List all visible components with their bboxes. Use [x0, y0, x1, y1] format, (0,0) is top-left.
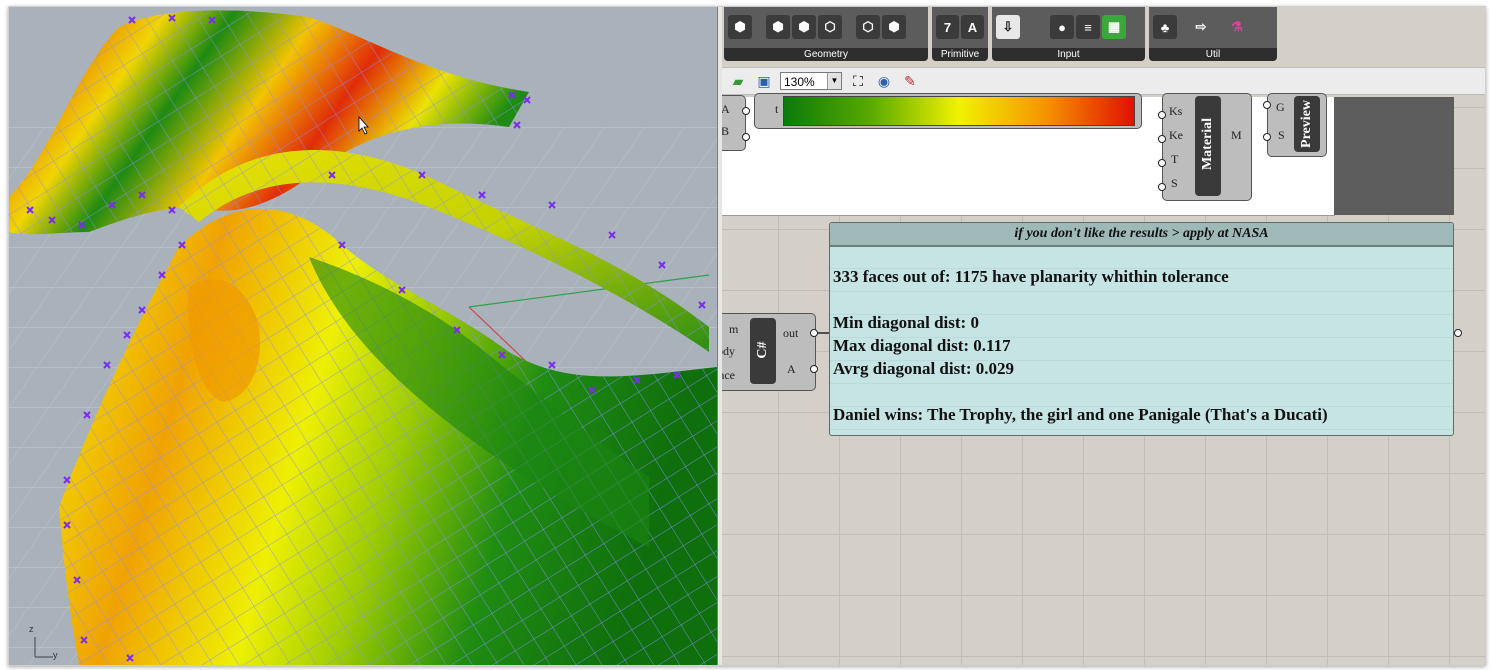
wires — [742, 101, 1462, 373]
axis-y-label: y — [53, 650, 58, 660]
viewport-scene — [9, 7, 717, 665]
tree-icon[interactable]: ♣ — [1153, 15, 1177, 39]
ribbon-group-geometry: ⬢ ⬢ ⬢ ⬡ ⬡ ⬢ Geometry — [724, 7, 928, 61]
flask-icon[interactable]: ⚗ — [1225, 15, 1249, 39]
hexagon-icon[interactable]: ⬢ — [728, 15, 752, 39]
import-icon[interactable]: ⇩ — [996, 15, 1020, 39]
hexagon-solid-icon[interactable]: ⬢ — [882, 15, 906, 39]
button-icon[interactable]: ● — [1050, 15, 1074, 39]
ribbon-group-input: ⇩ ● ≡ ▦ Input — [992, 7, 1145, 61]
zoom-select[interactable]: 130% ▼ — [780, 72, 842, 90]
ribbon-group-primitive: 7 A Primitive — [932, 7, 988, 61]
rhino-viewport[interactable]: z y — [9, 7, 717, 665]
save-file-icon[interactable]: ▣ — [754, 71, 774, 91]
seven-icon[interactable]: 7 — [936, 15, 959, 39]
arrow-icon[interactable]: ⇨ — [1189, 15, 1213, 39]
list-icon[interactable]: ≡ — [1076, 15, 1100, 39]
ribbon-group-label[interactable]: Geometry — [724, 48, 928, 61]
chevron-down-icon[interactable]: ▼ — [827, 73, 841, 89]
gh-canvas[interactable]: A B t Ks Ke T S Material M — [722, 93, 1485, 665]
canvas-toolbar: ▰ ▣ 130% ▼ ⛶ ◉ ✎ — [722, 67, 1485, 95]
axis-z-label: z — [29, 624, 34, 634]
open-file-icon[interactable]: ▰ — [728, 71, 748, 91]
letter-a-icon[interactable]: A — [961, 15, 984, 39]
hexagon-link-icon[interactable]: ⬢ — [792, 15, 816, 39]
checker-icon[interactable]: ▦ — [1102, 15, 1126, 39]
ribbon-group-label[interactable]: Util — [1149, 48, 1277, 61]
zoom-extents-icon[interactable]: ⛶ — [848, 71, 868, 91]
sketch-pen-icon[interactable]: ✎ — [900, 71, 920, 91]
component-ribbon: ⬢ ⬢ ⬢ ⬡ ⬡ ⬢ Geometry 7 A Primitive ⇩ ● ≡… — [722, 7, 1485, 63]
hexagon-circle-icon[interactable]: ⬡ — [856, 15, 880, 39]
ribbon-group-util: ♣ ⇨ ⚗ Util — [1149, 7, 1277, 61]
preview-eye-icon[interactable]: ◉ — [874, 71, 894, 91]
hexagon-dot-icon[interactable]: ⬢ — [766, 15, 790, 39]
hexagon-diamond-icon[interactable]: ⬡ — [818, 15, 842, 39]
grasshopper-editor: ⬢ ⬢ ⬢ ⬡ ⬡ ⬢ Geometry 7 A Primitive ⇩ ● ≡… — [722, 7, 1485, 665]
app-window: z y ⬢ ⬢ ⬢ ⬡ ⬡ ⬢ Geometry 7 A Primitive ⇩… — [8, 6, 1486, 666]
zoom-value: 130% — [784, 75, 815, 89]
ribbon-group-label[interactable]: Input — [992, 48, 1145, 61]
ribbon-group-label[interactable]: Primitive — [932, 48, 988, 61]
